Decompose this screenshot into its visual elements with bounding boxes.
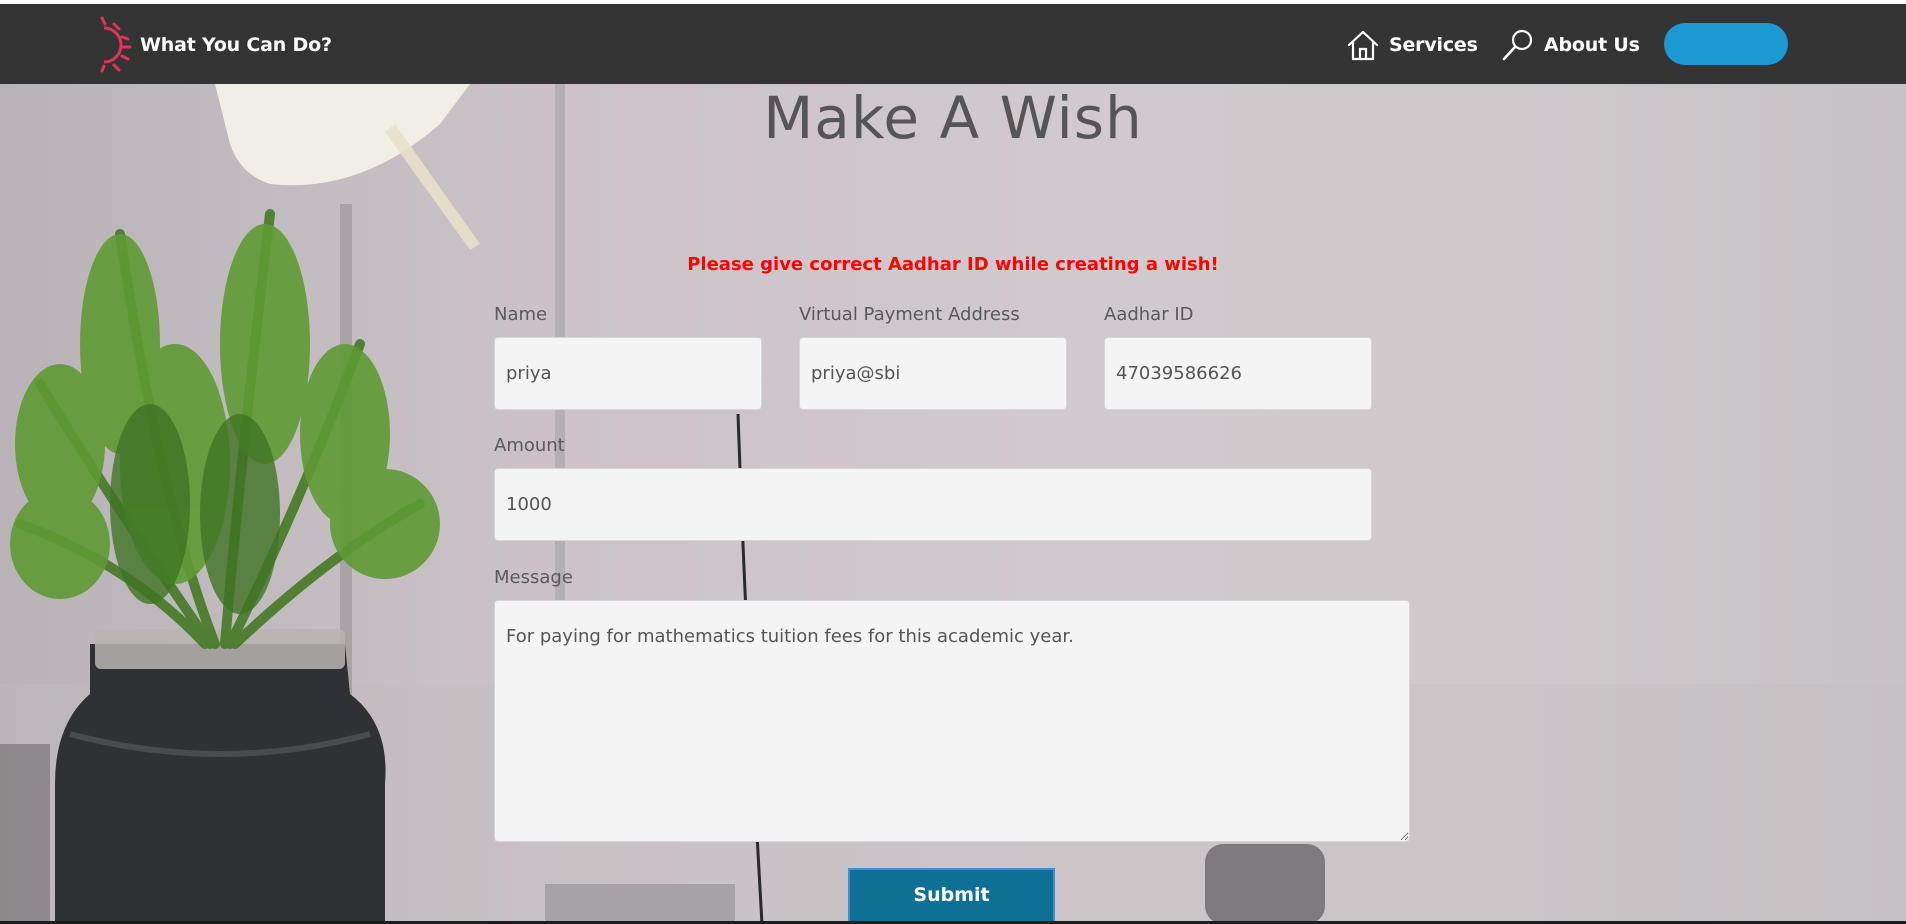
aadhar-label: Aadhar ID	[1104, 304, 1194, 325]
search-icon	[1502, 29, 1533, 61]
home-icon	[1347, 30, 1379, 61]
page: What You Can Do? Services About Us Make …	[0, 0, 1906, 924]
nav-services-label: Services	[1389, 34, 1478, 56]
amount-input[interactable]	[494, 468, 1372, 541]
amount-label: Amount	[494, 435, 565, 456]
brand-link[interactable]: What You Can Do?	[98, 16, 332, 74]
nav-about-label: About Us	[1544, 34, 1640, 56]
vpa-label: Virtual Payment Address	[799, 304, 1020, 325]
aadhar-input[interactable]	[1104, 337, 1372, 410]
navbar: What You Can Do? Services About Us	[0, 4, 1906, 84]
name-input[interactable]	[494, 337, 762, 410]
vpa-input[interactable]	[799, 337, 1067, 410]
page-title: Make A Wish	[763, 84, 1143, 152]
warning-message: Please give correct Aadhar ID while crea…	[687, 254, 1219, 275]
nav-services-link[interactable]: Services	[1346, 26, 1478, 64]
nav-about-link[interactable]: About Us	[1501, 26, 1640, 64]
message-label: Message	[494, 567, 573, 588]
brand-name: What You Can Do?	[140, 34, 332, 56]
submit-button[interactable]: Submit	[848, 868, 1055, 924]
name-label: Name	[494, 304, 548, 325]
message-textarea[interactable]: For paying for mathematics tuition fees …	[494, 600, 1410, 842]
nav-pill-button[interactable]	[1664, 23, 1788, 65]
sun-logo-icon	[100, 16, 132, 73]
